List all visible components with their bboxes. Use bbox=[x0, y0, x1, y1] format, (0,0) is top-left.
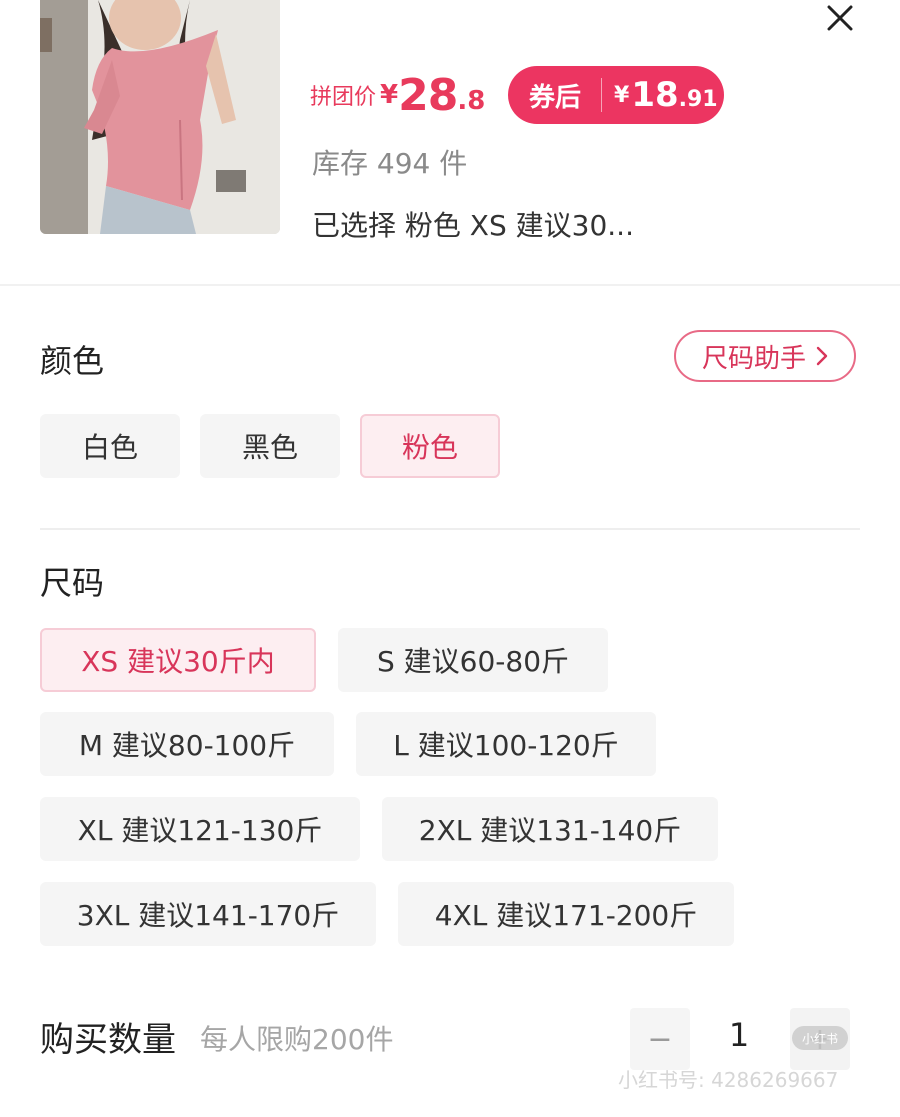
size-option-label: 4XL 建议171-200斤 bbox=[434, 899, 698, 932]
color-option-label: 粉色 bbox=[401, 431, 458, 464]
size-option-xs[interactable]: XS 建议30斤内 bbox=[40, 628, 316, 692]
size-option-m[interactable]: M 建议80-100斤 bbox=[40, 712, 334, 776]
size-option-4xl[interactable]: 4XL 建议171-200斤 bbox=[398, 882, 734, 946]
selected-summary: 已选择 粉色 XS 建议30... bbox=[312, 209, 634, 242]
size-option-2xl[interactable]: 2XL 建议131-140斤 bbox=[382, 797, 718, 861]
group-price-integer: 28 bbox=[398, 69, 458, 121]
size-option-label: M 建议80-100斤 bbox=[78, 729, 296, 762]
coupon-label: 券后 bbox=[529, 82, 582, 113]
coupon-currency: ¥ bbox=[614, 82, 630, 108]
size-option-label: XL 建议121-130斤 bbox=[77, 814, 323, 847]
size-option-label: 3XL 建议141-170斤 bbox=[76, 899, 340, 932]
purchase-limit-text: 每人限购200件 bbox=[200, 1023, 394, 1056]
coupon-price-badge: 券后 ¥ 18 .91 bbox=[508, 66, 724, 124]
color-option-label: 白色 bbox=[81, 431, 138, 464]
color-option-white[interactable]: 白色 bbox=[40, 414, 180, 478]
product-photo-illustration bbox=[40, 0, 280, 234]
close-icon bbox=[827, 5, 853, 31]
size-option-label: L 建议100-120斤 bbox=[393, 729, 619, 762]
size-option-label: 2XL 建议131-140斤 bbox=[418, 814, 682, 847]
group-price-label: 拼团价 bbox=[310, 85, 377, 110]
stock-count: 库存 494 件 bbox=[312, 147, 468, 180]
group-price-currency: ¥ bbox=[380, 80, 399, 110]
minus-icon: − bbox=[647, 1021, 673, 1057]
chevron-right-icon bbox=[816, 346, 828, 366]
size-option-l[interactable]: L 建议100-120斤 bbox=[356, 712, 656, 776]
coupon-price-integer: 18 bbox=[631, 75, 679, 115]
watermark-text: 小红书号: 4286269667 bbox=[618, 1068, 839, 1092]
color-option-black[interactable]: 黑色 bbox=[200, 414, 340, 478]
watermark-badge: 小红书 bbox=[792, 1026, 848, 1050]
color-option-pink[interactable]: 粉色 bbox=[360, 414, 500, 478]
size-option-label: S 建议60-80斤 bbox=[376, 645, 570, 678]
color-option-label: 黑色 bbox=[241, 431, 298, 464]
size-section-title: 尺码 bbox=[40, 564, 105, 602]
color-section-title: 颜色 bbox=[40, 342, 105, 380]
group-price-decimal: .8 bbox=[457, 86, 486, 116]
quantity-value[interactable]: 1 bbox=[716, 1016, 762, 1054]
close-button[interactable] bbox=[820, 0, 860, 36]
product-image bbox=[40, 0, 280, 234]
size-option-3xl[interactable]: 3XL 建议141-170斤 bbox=[40, 882, 376, 946]
group-price: 拼团价 ¥ 28 .8 bbox=[310, 62, 485, 128]
size-option-label: XS 建议30斤内 bbox=[81, 645, 275, 678]
coupon-price-decimal: .91 bbox=[678, 86, 718, 112]
size-option-s[interactable]: S 建议60-80斤 bbox=[338, 628, 608, 692]
quantity-label: 购买数量 bbox=[40, 1020, 176, 1060]
coupon-divider bbox=[601, 78, 602, 112]
size-option-xl[interactable]: XL 建议121-130斤 bbox=[40, 797, 360, 861]
size-helper-button[interactable]: 尺码助手 bbox=[674, 330, 856, 382]
header-divider bbox=[0, 284, 900, 286]
quantity-decrement-button[interactable]: − bbox=[630, 1008, 690, 1070]
section-divider bbox=[40, 528, 860, 530]
size-helper-label: 尺码助手 bbox=[701, 343, 806, 374]
